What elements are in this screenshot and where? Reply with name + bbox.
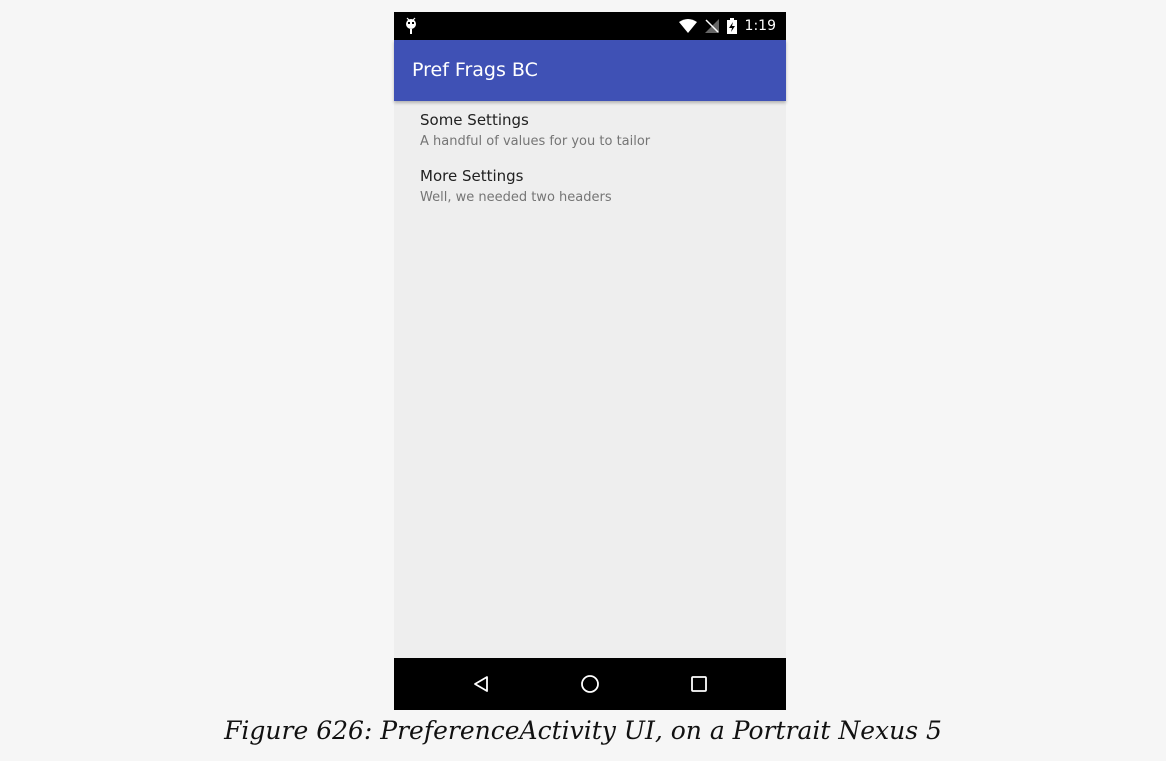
header-title: Some Settings — [420, 111, 529, 129]
header-item-some-settings[interactable]: Some Settings A handful of values for yo… — [394, 101, 786, 157]
android-notification-icon — [406, 17, 416, 34]
navigation-bar — [394, 658, 786, 710]
header-item-more-settings[interactable]: More Settings Well, we needed two header… — [394, 157, 786, 213]
app-bar: Pref Frags BC — [394, 40, 786, 101]
header-summary: A handful of values for you to tailor — [420, 134, 651, 149]
back-icon — [474, 676, 488, 692]
back-button[interactable] — [464, 668, 498, 700]
home-button[interactable] — [573, 668, 607, 700]
app-title: Pref Frags BC — [412, 59, 538, 81]
recents-button[interactable] — [682, 668, 716, 700]
figure-caption: Figure 626: PreferenceActivity UI, on a … — [224, 716, 942, 745]
header-summary: Well, we needed two headers — [420, 190, 612, 205]
phone-screen: 1:19 Pref Frags BC Some Settings A handf… — [394, 12, 786, 710]
header-title: More Settings — [420, 167, 524, 185]
battery-charging-icon — [726, 18, 737, 34]
no-signal-icon — [704, 19, 719, 33]
recents-icon — [691, 676, 707, 692]
home-icon — [581, 675, 599, 693]
status-bar: 1:19 — [394, 12, 786, 40]
wifi-icon — [678, 19, 697, 33]
preference-headers-list: Some Settings A handful of values for yo… — [394, 101, 786, 213]
status-time: 1:19 — [744, 18, 776, 34]
